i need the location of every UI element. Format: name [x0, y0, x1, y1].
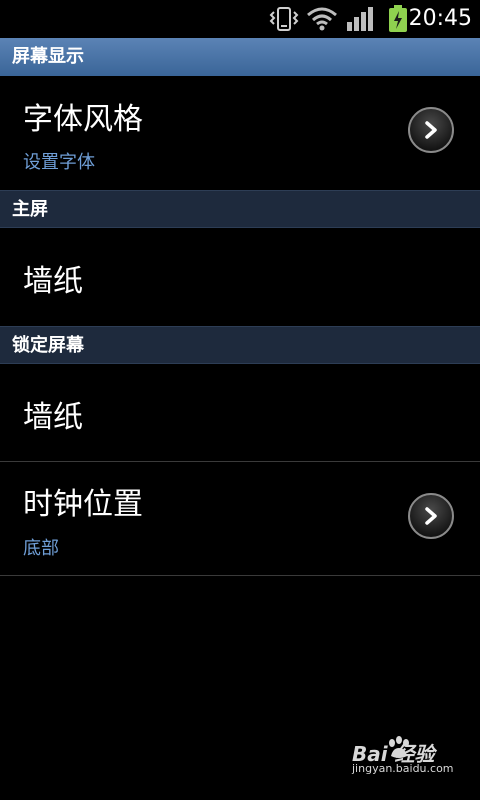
setting-font-style-title: 字体风格	[23, 102, 143, 137]
watermark-url: jingyan.baidu.com	[352, 762, 454, 775]
section-header-home: 主屏	[0, 190, 480, 228]
status-bar: 20:45	[0, 0, 480, 38]
section-header-lock: 锁定屏幕	[0, 326, 480, 364]
wifi-icon	[307, 7, 337, 31]
chevron-right-icon	[425, 507, 437, 525]
clock-position-chevron-button[interactable]	[408, 493, 454, 539]
vibrate-icon	[269, 7, 299, 31]
signal-icon	[347, 7, 373, 31]
setting-clock-position[interactable]: 时钟位置 底部	[0, 462, 480, 575]
divider	[0, 575, 480, 576]
setting-font-style-subtitle: 设置字体	[23, 152, 95, 173]
chevron-right-icon	[425, 121, 437, 139]
setting-clock-position-title: 时钟位置	[23, 487, 143, 522]
setting-clock-position-subtitle: 底部	[23, 538, 59, 559]
setting-home-wallpaper[interactable]: 墙纸	[0, 228, 480, 326]
font-style-chevron-button[interactable]	[408, 107, 454, 153]
paw-icon	[389, 736, 409, 758]
setting-lock-wallpaper[interactable]: 墙纸	[0, 364, 480, 461]
setting-font-style[interactable]: 字体风格 设置字体	[0, 76, 480, 190]
battery-charging-icon	[389, 5, 407, 32]
baidu-watermark: Bai 经验 jingyan.baidu.com	[352, 736, 454, 778]
section-header-display: 屏幕显示	[0, 38, 480, 76]
status-clock: 20:45	[408, 6, 472, 31]
setting-home-wallpaper-title: 墙纸	[23, 264, 83, 299]
setting-lock-wallpaper-title: 墙纸	[23, 400, 83, 435]
